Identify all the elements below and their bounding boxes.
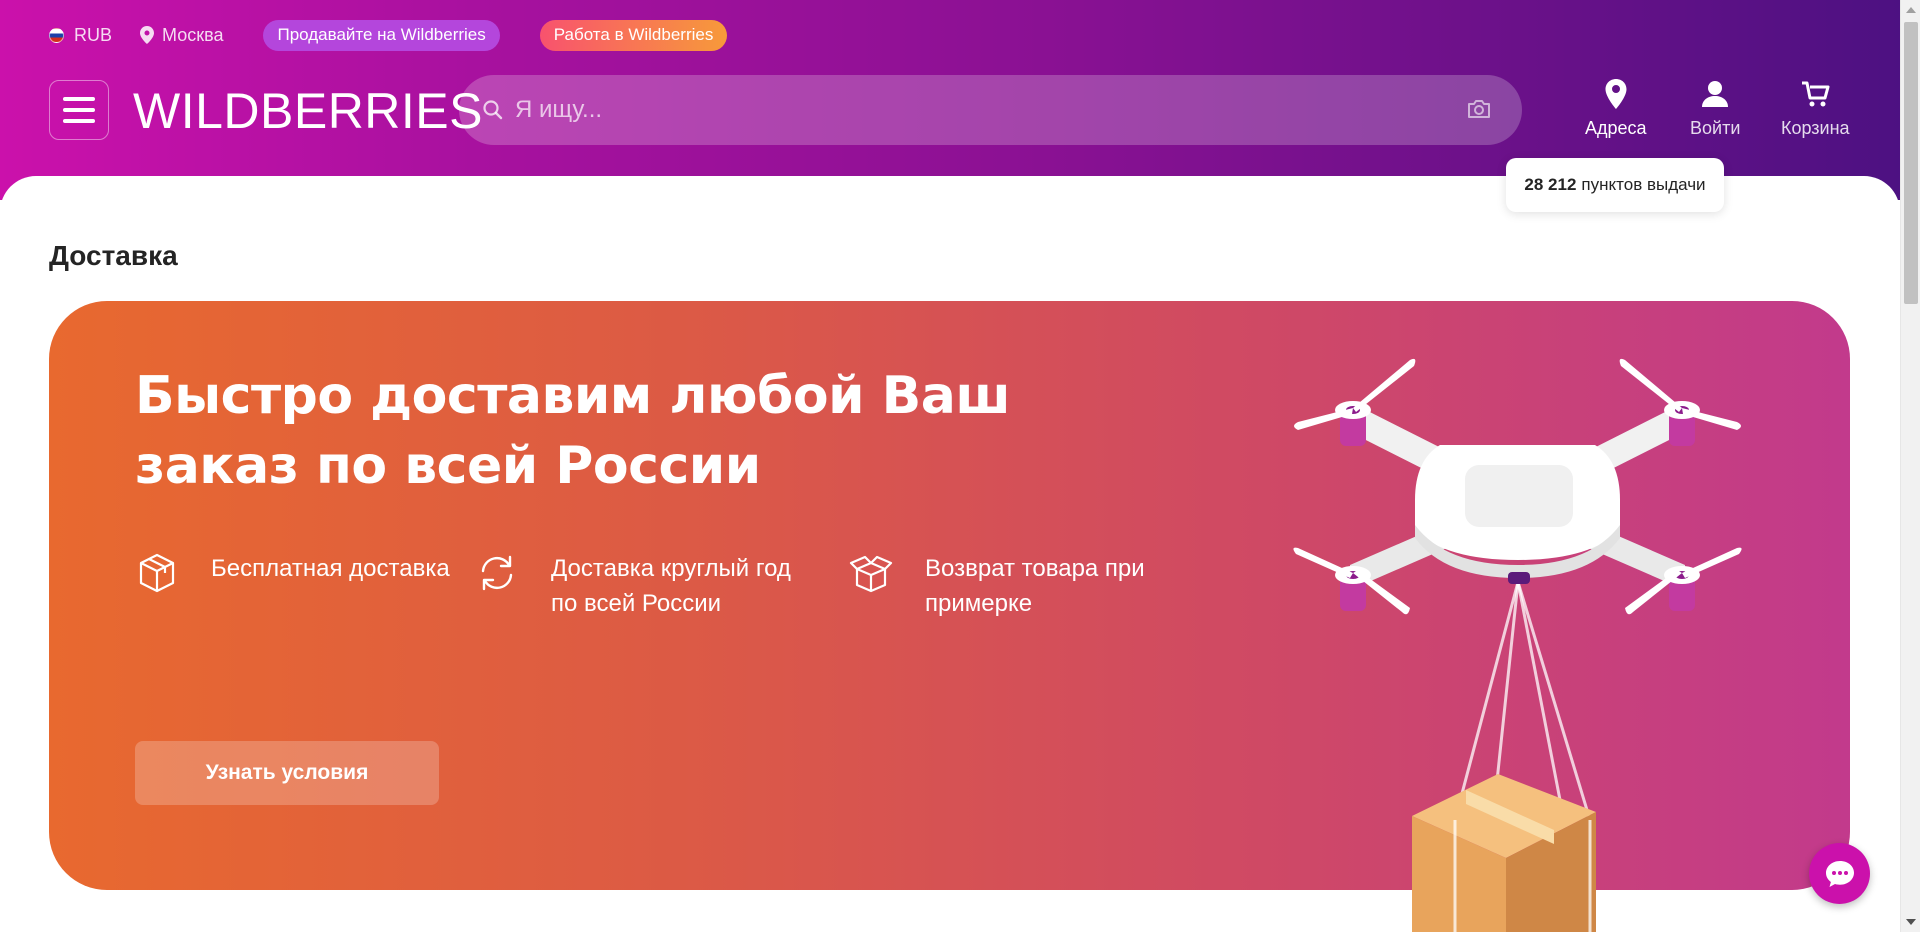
camera-search-icon[interactable] (1466, 97, 1492, 121)
cart-button[interactable]: Корзина (1781, 78, 1850, 139)
feature-text: Бесплатная доставка (211, 555, 450, 582)
login-label: Войти (1690, 118, 1741, 138)
cart-icon (1802, 81, 1830, 107)
search-input[interactable] (515, 96, 1415, 124)
pickup-points-text: пунктов выдачи (1581, 175, 1706, 194)
scroll-down-arrow-icon[interactable] (1906, 919, 1916, 925)
location-pin-icon (1605, 79, 1627, 109)
russia-flag-icon (49, 27, 64, 43)
box-icon (139, 553, 175, 593)
search-bar (459, 75, 1522, 145)
burger-line (63, 108, 95, 112)
open-box-icon (849, 555, 893, 593)
location-pin-icon (140, 26, 155, 44)
currency-label: RUB (74, 24, 113, 45)
feature-all-year-delivery: Доставка круглый год по всей России (475, 551, 791, 621)
work-at-wildberries-link[interactable]: Работа в Wildberries (539, 19, 728, 51)
page-title: Доставка (49, 240, 178, 271)
addresses-label: Адреса (1585, 118, 1647, 138)
feature-return-on-fitting: Возврат товара при примерке (849, 551, 1165, 621)
city-selector[interactable]: Москва (140, 25, 223, 46)
scroll-up-arrow-icon[interactable] (1906, 7, 1916, 13)
top-bar: RUB Москва Продавайте на Wildberries Раб… (49, 19, 767, 51)
chat-bubble-icon (1825, 860, 1854, 887)
learn-conditions-button[interactable]: Узнать условия (135, 741, 439, 805)
city-label: Москва (162, 24, 224, 45)
login-button[interactable]: Войти (1690, 78, 1740, 139)
feature-text: Доставка круглый год по всей России (551, 555, 791, 617)
chat-button[interactable] (1809, 843, 1870, 904)
banner-heading: Быстро доставим любой Ваш заказ по всей … (135, 366, 1011, 496)
sell-on-wildberries-link[interactable]: Продавайте на Wildberries (263, 19, 500, 51)
refresh-icon (481, 555, 513, 591)
feature-free-delivery: Бесплатная доставка (135, 551, 451, 595)
addresses-button[interactable]: Адреса (1585, 78, 1647, 139)
burger-line (63, 119, 95, 123)
pickup-points-count: 28 212 (1524, 175, 1577, 194)
burger-line (63, 97, 95, 101)
currency-selector[interactable]: RUB (49, 25, 112, 46)
drone-delivery-illustration (1293, 358, 1742, 932)
menu-burger-button[interactable] (49, 80, 109, 140)
search-icon (483, 100, 503, 120)
site-logo[interactable]: WILDBERRIES (133, 82, 483, 140)
user-icon (1702, 81, 1729, 107)
scrollbar-thumb[interactable] (1904, 22, 1918, 304)
page-scrollbar[interactable] (1900, 0, 1920, 932)
pickup-points-tooltip: 28 212 пунктов выдачи (1506, 158, 1724, 212)
cart-label: Корзина (1781, 118, 1850, 138)
feature-text: Возврат товара при примерке (925, 555, 1145, 617)
